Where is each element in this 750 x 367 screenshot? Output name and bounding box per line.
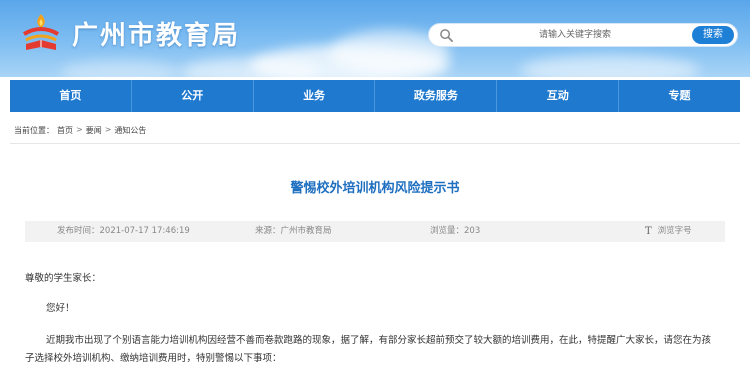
search-box: 搜索 [428, 23, 738, 47]
search-icon [440, 29, 453, 42]
breadcrumb: 当前位置： 首页 > 要闻 > 通知公告 [14, 125, 146, 136]
article-title: 警惕校外培训机构风险提示书 [290, 181, 460, 196]
publish-date: 发布时间：2021-07-17 17:46:19 [57, 226, 190, 236]
nav-item-home[interactable]: 首页 [10, 80, 131, 112]
breadcrumb-separator: > [76, 125, 83, 134]
header-cloud [520, 55, 700, 77]
education-bureau-logo[interactable] [18, 10, 64, 56]
site-header: 广州市教育局 搜索 [0, 0, 750, 77]
header-cloud [60, 60, 180, 77]
nav-item-government-services[interactable]: 政务服务 [374, 80, 496, 112]
nav-item-interaction[interactable]: 互动 [496, 80, 618, 112]
body-paragraph-line: 近期我市出现了个别语言能力培训机构因经营不善而卷款跑路的现象，据了解，有部分家长… [46, 335, 712, 346]
search-button[interactable]: 搜索 [692, 26, 734, 44]
greeting-text: 您好！ [46, 303, 75, 314]
breadcrumb-link-home[interactable]: 首页 [57, 125, 73, 136]
breadcrumb-link-notices[interactable]: 通知公告 [114, 125, 146, 136]
divider [10, 143, 740, 144]
nav-item-public[interactable]: 公开 [130, 80, 253, 112]
breadcrumb-prefix: 当前位置： [14, 126, 54, 135]
font-size-control[interactable]: T 浏览字号 [645, 221, 692, 242]
search-input[interactable] [459, 26, 691, 44]
font-size-label[interactable]: 浏览字号 [658, 221, 692, 242]
salutation: 尊敬的学生家长： [25, 273, 102, 284]
breadcrumb-link-news[interactable]: 要闻 [86, 125, 102, 136]
nav-item-business[interactable]: 业务 [252, 80, 375, 112]
view-count: 浏览量：203 [430, 226, 481, 236]
body-paragraph-line: 子选择校外培训机构、缴纳培训费用时，特别警惕以下事项： [25, 353, 282, 364]
article-meta-bar: 发布时间：2021-07-17 17:46:19 来源：广州市教育局 浏览量：2… [25, 221, 725, 242]
breadcrumb-separator: > [104, 125, 112, 134]
main-nav: 首页 公开 业务 政务服务 互动 专题 [10, 80, 740, 112]
nav-item-topics[interactable]: 专题 [618, 80, 740, 112]
font-size-icon[interactable]: T [645, 221, 652, 242]
site-title[interactable]: 广州市教育局 [72, 15, 240, 52]
article-source: 来源：广州市教育局 [255, 226, 332, 236]
